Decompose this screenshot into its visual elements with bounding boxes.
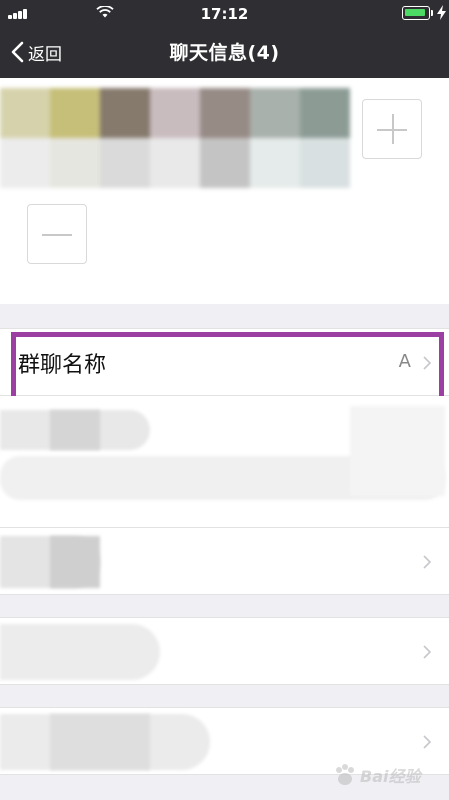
blurred-content <box>50 536 100 588</box>
remove-member-button[interactable] <box>27 204 87 264</box>
group-name-value: A <box>398 351 411 372</box>
blurred-cell-3[interactable] <box>0 617 449 685</box>
blurred-content <box>350 406 445 496</box>
battery-icon <box>402 6 430 20</box>
group-name-cell[interactable]: 群聊名称 A <box>0 328 449 396</box>
group-name-label: 群聊名称 <box>18 353 107 378</box>
blurred-content <box>0 624 160 680</box>
chevron-right-icon <box>423 735 431 749</box>
navigation-bar: 返回 聊天信息(4) <box>0 26 449 78</box>
blurred-content <box>50 714 150 770</box>
blurred-cell-1[interactable] <box>0 396 449 528</box>
watermark-text: Bai经验 <box>360 767 421 786</box>
battery-cap <box>431 10 433 16</box>
blurred-content <box>50 410 100 450</box>
chevron-right-icon <box>423 645 431 659</box>
member-grid <box>0 78 449 304</box>
chevron-right-icon <box>423 555 431 569</box>
page-title: 聊天信息(4) <box>169 42 280 64</box>
blurred-cell-2[interactable] <box>0 527 449 595</box>
charging-bolt-icon <box>437 5 446 20</box>
status-bar: 17:12 <box>0 0 449 26</box>
chevron-right-icon <box>423 356 431 370</box>
minus-icon <box>42 234 72 236</box>
paw-icon <box>336 764 354 785</box>
status-time: 17:12 <box>200 5 249 23</box>
baidu-watermark: Bai经验 <box>332 758 442 792</box>
add-member-button[interactable] <box>362 99 422 159</box>
